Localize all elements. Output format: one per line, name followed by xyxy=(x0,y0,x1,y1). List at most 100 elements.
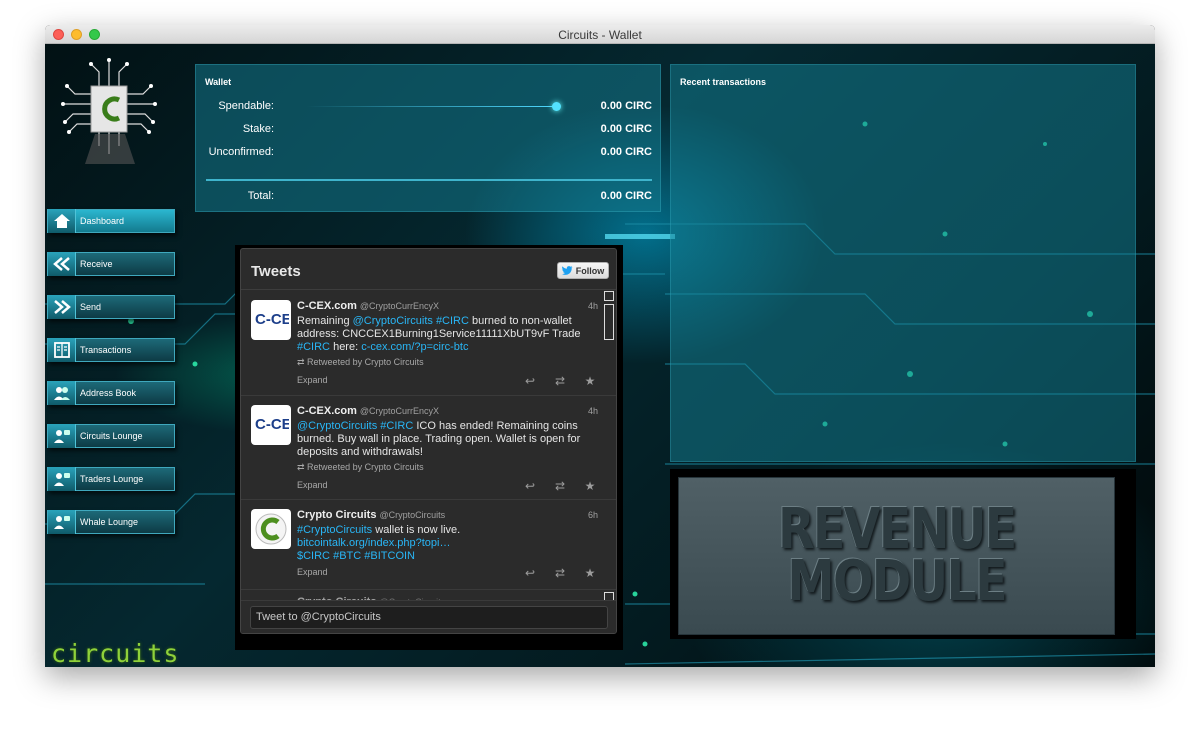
spendable-value: 0.00 CIRC xyxy=(600,100,652,112)
tweets-widget: Tweets Follow C-CEX C-CEX.com@CryptoCurr… xyxy=(240,248,617,634)
receive-arrows-icon xyxy=(48,252,76,276)
expand-link[interactable]: Expand xyxy=(297,480,328,490)
scroll-up-button[interactable] xyxy=(604,291,614,301)
url-link[interactable]: bitcointalk.org/index.php?topi… xyxy=(297,537,450,549)
follow-button[interactable]: Follow xyxy=(557,262,609,279)
stake-row: Stake: 0.00 CIRC xyxy=(196,123,662,137)
crypto-circuits-avatar[interactable] xyxy=(251,509,291,549)
retweeted-by: ⇄ Retweeted by Crypto Circuits xyxy=(297,462,424,472)
tweet-actions: ↩ ⇄ ★ xyxy=(522,566,598,580)
twitter-bird-icon xyxy=(561,266,573,275)
spendable-row: Spendable: 0.00 CIRC xyxy=(196,100,662,114)
sidebar-item-circuits-lounge[interactable]: Circuits Lounge xyxy=(47,424,175,448)
tweet-compose-bar: Tweet to @CryptoCircuits xyxy=(241,600,616,633)
spendable-label: Spendable: xyxy=(218,100,274,112)
tweet-item: C-CEX C-CEX.com@CryptoCurrEncyX 4h @Cryp… xyxy=(241,396,616,500)
expand-link[interactable]: Expand xyxy=(297,567,328,577)
reply-icon[interactable]: ↩ xyxy=(522,566,538,580)
mention-link[interactable]: @CryptoCircuits xyxy=(297,420,377,432)
total-row: Total: 0.00 CIRC xyxy=(196,190,662,204)
sidebar-item-label: Address Book xyxy=(80,388,137,398)
ccex-avatar[interactable]: C-CEX xyxy=(251,405,291,445)
sidebar-item-label: Receive xyxy=(80,259,113,269)
favorite-star-icon[interactable]: ★ xyxy=(582,374,598,388)
stake-label: Stake: xyxy=(242,123,274,135)
sidebar-item-label: Send xyxy=(80,302,102,312)
sidebar-item-address-book[interactable]: Address Book xyxy=(47,381,175,405)
app-window: Circuits - Wallet Dashboard Receive Send… xyxy=(45,25,1155,667)
revenue-module-banner[interactable]: REVENUE MODULE xyxy=(678,477,1115,635)
user-chat-icon xyxy=(48,424,76,448)
brand-wordmark: circuits xyxy=(51,639,180,667)
sidebar-item-dashboard[interactable]: Dashboard xyxy=(47,209,175,233)
hashtag-link[interactable]: #BTC xyxy=(333,550,361,562)
send-arrows-icon xyxy=(48,295,76,319)
wallet-panel: Wallet Spendable: 0.00 CIRC Stake: 0.00 … xyxy=(195,64,661,212)
tweet-text: Remaining @CryptoCircuits #CIRC burned t… xyxy=(297,315,581,353)
tweet-author[interactable]: C-CEX.com @CryptoCurrEncyX xyxy=(297,405,439,417)
sidebar-item-transactions[interactable]: Transactions xyxy=(47,338,175,362)
sidebar-item-send[interactable]: Send xyxy=(47,295,175,319)
svg-text:C-CEX: C-CEX xyxy=(255,311,289,328)
url-link[interactable]: c-cex.com/?p=circ-btc xyxy=(361,341,468,353)
tweets-widget-frame: Tweets Follow C-CEX C-CEX.com@CryptoCurr… xyxy=(235,245,623,650)
favorite-star-icon[interactable]: ★ xyxy=(582,566,598,580)
cashtag-link[interactable]: $CIRC xyxy=(297,550,330,562)
hashtag-link[interactable]: #CryptoCircuits xyxy=(297,524,372,536)
user-chat-icon xyxy=(48,510,76,534)
retweet-small-icon: ⇄ xyxy=(297,357,308,367)
sidebar-item-label: Dashboard xyxy=(80,216,125,226)
stake-value: 0.00 CIRC xyxy=(600,123,652,135)
reply-icon[interactable]: ↩ xyxy=(522,479,538,493)
recent-transactions-heading: Recent transactions xyxy=(680,77,767,87)
title-bar: Circuits - Wallet xyxy=(45,25,1155,44)
hashtag-link[interactable]: #CIRC xyxy=(297,341,330,353)
reply-icon[interactable]: ↩ xyxy=(522,374,538,388)
unconfirmed-label: Unconfirmed: xyxy=(208,146,274,158)
sidebar-item-label: Circuits Lounge xyxy=(80,431,143,441)
tweet-handle: @CryptoCircuits xyxy=(379,510,446,520)
expand-link[interactable]: Expand xyxy=(297,375,328,385)
tweet-time[interactable]: 4h xyxy=(588,301,598,311)
sidebar-item-whale-lounge[interactable]: Whale Lounge xyxy=(47,510,175,534)
sidebar-item-label: Transactions xyxy=(80,345,132,355)
hashtag-link[interactable]: #CIRC xyxy=(380,420,413,432)
hashtag-link[interactable]: #BITCOIN xyxy=(364,550,415,562)
user-chat-icon xyxy=(48,467,76,491)
retweeted-by: ⇄ Retweeted by Crypto Circuits xyxy=(297,357,424,367)
sidebar-item-receive[interactable]: Receive xyxy=(47,252,175,276)
window-title: Circuits - Wallet xyxy=(558,28,642,42)
tweet-actions: ↩ ⇄ ★ xyxy=(522,374,598,388)
tweet-item: Crypto Circuits @CryptoCircuits 6h #Crypt… xyxy=(241,500,616,590)
recent-transactions-panel: Recent transactions xyxy=(670,64,1136,462)
hashtag-link[interactable]: #CIRC xyxy=(436,315,469,327)
mention-link[interactable]: @CryptoCircuits xyxy=(353,315,433,327)
tweet-compose-input[interactable]: Tweet to @CryptoCircuits xyxy=(250,606,608,629)
scrollbar-thumb[interactable] xyxy=(604,304,614,340)
retweet-small-icon: ⇄ xyxy=(297,462,308,472)
tweet-author[interactable]: C-CEX.com @CryptoCurrEncyX xyxy=(297,300,439,312)
tweet-item: C-CEX C-CEX.com@CryptoCurrEncyX 4h Remai… xyxy=(241,291,616,396)
circuits-chip-logo xyxy=(61,58,157,164)
wallet-divider xyxy=(206,179,652,181)
tweet-time[interactable]: 6h xyxy=(588,510,598,520)
ccex-avatar[interactable]: C-CEX xyxy=(251,300,291,340)
favorite-star-icon[interactable]: ★ xyxy=(582,479,598,493)
sidebar-item-traders-lounge[interactable]: Traders Lounge xyxy=(47,467,175,491)
tweets-header: Tweets Follow xyxy=(241,249,616,290)
tweet-handle: @CryptoCurrEncyX xyxy=(359,301,440,311)
contacts-icon xyxy=(48,381,76,405)
revenue-line-2: MODULE xyxy=(787,549,1007,614)
spendable-indicator xyxy=(552,102,561,111)
svg-text:C-CEX: C-CEX xyxy=(255,416,289,433)
retweet-icon[interactable]: ⇄ xyxy=(552,479,568,493)
retweet-icon[interactable]: ⇄ xyxy=(552,374,568,388)
tweet-time[interactable]: 4h xyxy=(588,406,598,416)
total-value: 0.00 CIRC xyxy=(600,190,652,202)
follow-label: Follow xyxy=(575,265,605,276)
tweet-author[interactable]: Crypto Circuits@CryptoCircuits xyxy=(297,509,445,521)
sidebar-item-label: Traders Lounge xyxy=(80,474,144,484)
revenue-module: REVENUE MODULE xyxy=(670,469,1136,639)
sidebar-item-label: Whale Lounge xyxy=(80,517,139,527)
retweet-icon[interactable]: ⇄ xyxy=(552,566,568,580)
